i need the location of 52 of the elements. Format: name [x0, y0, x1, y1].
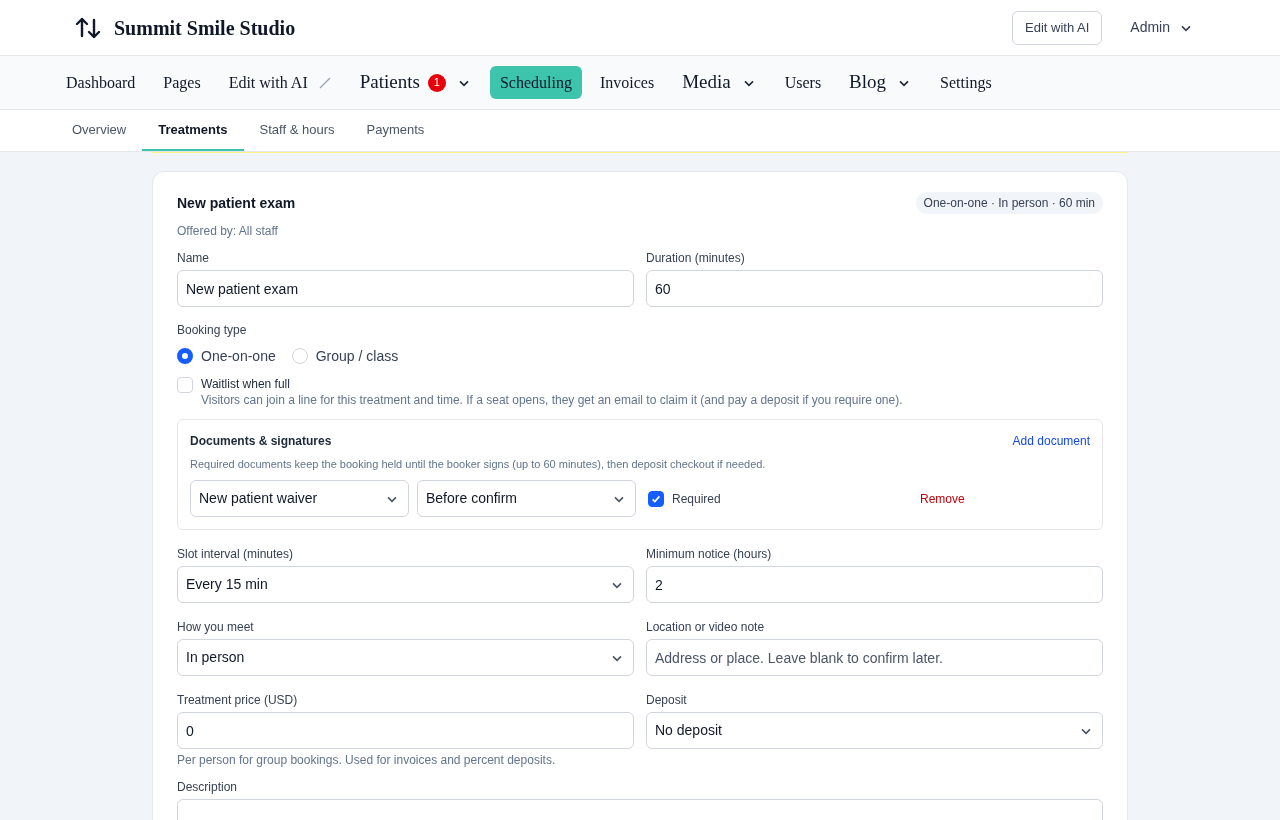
- field-label: Duration (minutes): [646, 251, 746, 266]
- nav-item[interactable]: Pages: [153, 66, 211, 99]
- nav-item[interactable]: Scheduling: [489, 66, 582, 99]
- nav-item[interactable]: Users: [774, 66, 832, 99]
- nav-item[interactable]: Edit with AI: [218, 66, 342, 99]
- input-field[interactable]: 0: [177, 712, 634, 749]
- field-hint: Visitors can join a line for this treatment and time. If a seat opens, they get an email to claim it (and pay a deposit if you require one).: [201, 392, 903, 408]
- user-menu[interactable]: Admin: [1130, 17, 1194, 38]
- select-field[interactable]: Every 15 min: [177, 566, 634, 603]
- count-badge: 1: [427, 73, 446, 92]
- remove-button[interactable]: Remove: [920, 489, 965, 508]
- field-label: How you meet: [177, 620, 255, 635]
- input-field[interactable]: 60: [646, 270, 1103, 307]
- input-field[interactable]: New patient exam: [177, 270, 634, 307]
- field-label: Booking type: [177, 323, 248, 338]
- nav-item[interactable]: Media: [672, 66, 767, 99]
- select-field[interactable]: New patient waiver: [190, 480, 409, 517]
- field-label: Minimum notice (hours): [646, 547, 773, 562]
- nav-item[interactable]: Invoices: [589, 66, 665, 99]
- tab[interactable]: Payments: [350, 110, 441, 151]
- tab[interactable]: Staff & hours: [243, 110, 351, 151]
- radio-option[interactable]: One-on-one: [177, 347, 276, 365]
- treatment-title: New patient exam: [177, 193, 296, 213]
- add-document-link[interactable]: Add document: [1012, 432, 1090, 450]
- section-title: Documents & signatures: [190, 433, 332, 450]
- field-label: Name: [177, 251, 210, 266]
- field-label: Location or video note: [646, 620, 766, 635]
- checkbox-label: Required: [672, 490, 722, 508]
- checkbox-label: Waitlist when full: [201, 376, 291, 392]
- input-field[interactable]: Address or place. Leave blank to confirm later.: [646, 639, 1103, 676]
- field-hint: Per person for group bookings. Used for invoices and percent deposits.: [177, 753, 557, 768]
- field-label: Deposit: [646, 693, 688, 708]
- select-field[interactable]: No deposit: [646, 712, 1103, 749]
- summary-badge: One-on-one · In person · 60 min: [915, 192, 1103, 214]
- field-label: Description: [177, 780, 239, 795]
- nav-item[interactable]: Settings: [930, 66, 1002, 99]
- edit-with-ai-button[interactable]: Edit with AI: [1012, 10, 1103, 45]
- section-note: Required documents keep the booking held until the booker signs (up to 60 minutes), then deposit checkout if needed.: [190, 457, 767, 472]
- input-field[interactable]: 2: [646, 566, 1103, 603]
- offered-by-text: Offered by: All staff: [177, 224, 279, 239]
- field-label: Treatment price (USD): [177, 693, 299, 708]
- radio-option[interactable]: Group / class: [291, 347, 399, 365]
- tab[interactable]: Overview: [56, 110, 143, 151]
- select-field[interactable]: In person: [177, 639, 634, 676]
- field-label: Slot interval (minutes): [177, 547, 295, 562]
- nav-item[interactable]: Patients 1: [349, 66, 482, 99]
- checkbox[interactable]: [648, 490, 664, 507]
- select-field[interactable]: Before confirm: [417, 480, 636, 517]
- brand-name: Summit Smile Studio: [114, 15, 296, 41]
- radio-button[interactable]: [177, 348, 193, 364]
- nav-item[interactable]: Blog: [839, 66, 923, 99]
- nav-item[interactable]: Dashboard: [56, 66, 146, 99]
